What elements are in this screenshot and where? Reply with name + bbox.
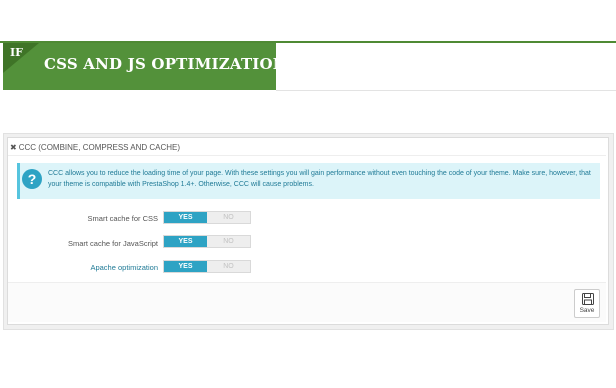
- smart-cache-js-no[interactable]: NO: [207, 236, 250, 247]
- apache-optimization-no[interactable]: NO: [207, 261, 250, 272]
- question-circle-icon: ?: [22, 169, 42, 189]
- cogs-icon: ✖: [10, 143, 17, 152]
- smart-cache-css-switch[interactable]: YES NO: [163, 211, 251, 224]
- smart-cache-js-label: Smart cache for JavaScript: [67, 239, 158, 248]
- info-alert-line-2: your theme is compatible with PrestaShop…: [48, 181, 314, 188]
- info-alert-text: CCC allows you to reduce the loading tim…: [48, 168, 593, 190]
- apache-optimization-switch[interactable]: YES NO: [163, 260, 251, 273]
- panel-heading-text: CCC (COMBINE, COMPRESS AND CACHE): [18, 143, 181, 152]
- smart-cache-js-yes[interactable]: YES: [164, 236, 207, 247]
- panel-heading-divider: [8, 155, 606, 156]
- banner-badge-text: IF: [10, 46, 23, 59]
- info-alert-line-1: CCC allows you to reduce the loading tim…: [48, 170, 591, 177]
- apache-optimization-label[interactable]: Apache optimization: [90, 263, 158, 272]
- smart-cache-css-label: Smart cache for CSS: [87, 214, 158, 223]
- smart-cache-js-switch[interactable]: YES NO: [163, 235, 251, 248]
- panel-footer: [8, 283, 606, 322]
- panel-heading: ✖ CCC (COMBINE, COMPRESS AND CACHE): [10, 141, 180, 155]
- banner-title: CSS AND JS OPTIMIZATION: [44, 55, 287, 73]
- banner-bottom-rule: [276, 90, 616, 91]
- floppy-disk-icon: [582, 293, 594, 305]
- save-button-label: Save: [579, 307, 595, 314]
- apache-optimization-yes[interactable]: YES: [164, 261, 207, 272]
- save-button[interactable]: Save: [574, 289, 600, 318]
- smart-cache-css-no[interactable]: NO: [207, 212, 250, 223]
- smart-cache-css-yes[interactable]: YES: [164, 212, 207, 223]
